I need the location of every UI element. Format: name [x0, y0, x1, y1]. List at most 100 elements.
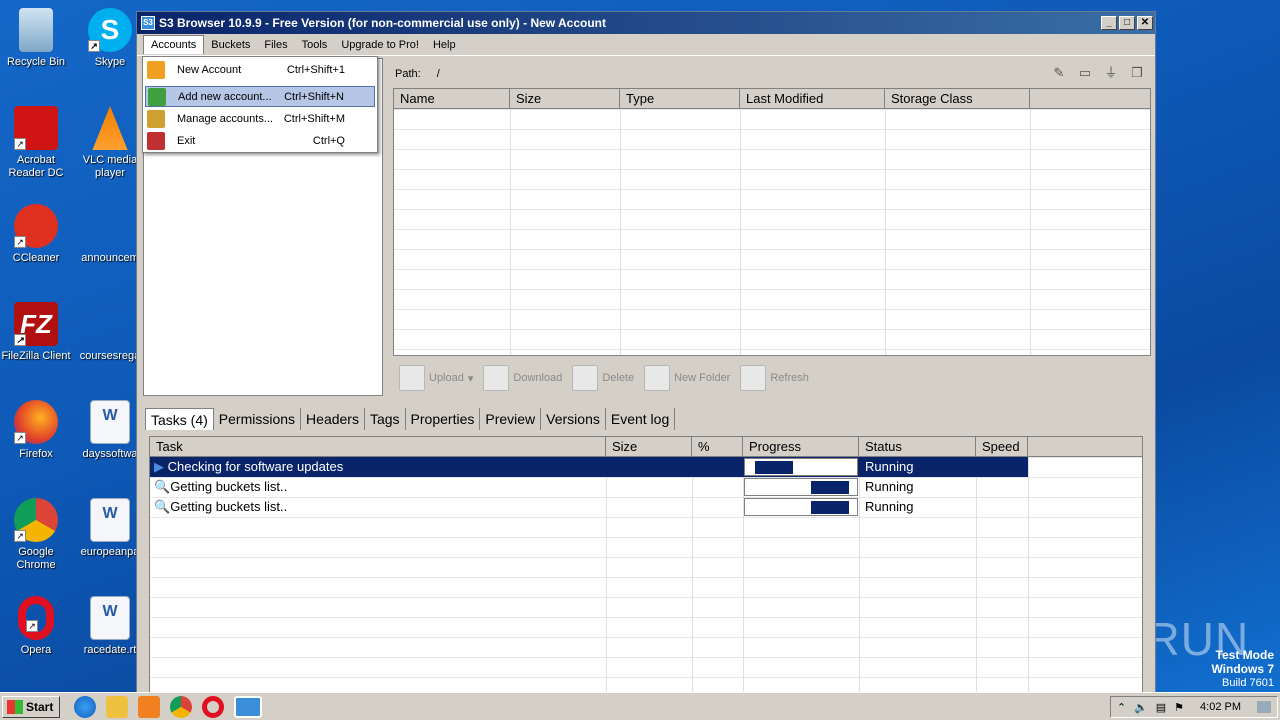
- blank-file-icon: [88, 302, 132, 346]
- title-bar[interactable]: S3 S3 Browser 10.9.9 - Free Version (for…: [137, 12, 1155, 34]
- network-icon[interactable]: ▤: [1156, 701, 1166, 714]
- ccleaner-icon: ↗: [14, 204, 58, 248]
- col-task-size[interactable]: Size: [606, 437, 692, 456]
- col-percent[interactable]: %: [692, 437, 743, 456]
- menu-accounts[interactable]: Accounts: [143, 35, 205, 54]
- edit-pencil-icon[interactable]: ✎: [1051, 65, 1067, 81]
- opera-shortcut[interactable]: ↗ Opera: [0, 596, 72, 657]
- new-account-icon: [147, 60, 165, 79]
- chrome-icon: ↗: [14, 498, 58, 542]
- menu-files[interactable]: Files: [257, 36, 294, 54]
- explorer-folder-icon[interactable]: [106, 695, 129, 718]
- task-row[interactable]: 🔍Getting buckets list.. Running: [150, 497, 1028, 517]
- tab-permissions[interactable]: Permissions: [214, 408, 302, 430]
- media-player-icon[interactable]: [138, 695, 161, 718]
- menu-upgrade[interactable]: Upgrade to Pro!: [334, 36, 426, 54]
- ccleaner-shortcut[interactable]: ↗ CCleaner: [0, 204, 72, 265]
- dropdown-arrow-icon: ▾: [467, 372, 474, 385]
- magnifier-icon: 🔍: [154, 499, 171, 514]
- task-name: Getting buckets list..: [170, 499, 288, 514]
- chrome-taskbar-icon[interactable]: [170, 695, 193, 718]
- col-storage-class[interactable]: Storage Class: [885, 89, 1030, 108]
- copy-icon[interactable]: ❐: [1129, 65, 1145, 81]
- show-desktop-icon[interactable]: [1257, 701, 1271, 713]
- menu-add-new-account[interactable]: Add new account... Ctrl+Shift+N: [145, 86, 375, 107]
- announcement-label: announcem: [81, 252, 139, 264]
- menu-help[interactable]: Help: [426, 36, 463, 54]
- recycle-bin-shortcut[interactable]: Recycle Bin: [0, 8, 72, 69]
- col-type[interactable]: Type: [620, 89, 740, 108]
- chrome-label: Google Chrome: [16, 546, 56, 571]
- refresh-button[interactable]: Refresh: [740, 365, 809, 391]
- menu-new-account[interactable]: New Account Ctrl+Shift+1: [145, 59, 375, 80]
- maximize-button[interactable]: □: [1119, 16, 1135, 30]
- path-value[interactable]: /: [437, 68, 440, 80]
- task-row[interactable]: 🔍Getting buckets list.. Running: [150, 477, 1028, 497]
- delete-button[interactable]: Delete: [572, 365, 634, 391]
- exit-label: Exit: [177, 134, 196, 147]
- col-size[interactable]: Size: [510, 89, 620, 108]
- col-name[interactable]: Name: [394, 89, 510, 108]
- recycle-bin-label: Recycle Bin: [6, 56, 66, 68]
- col-status[interactable]: Status: [859, 437, 976, 456]
- s3-browser-taskbar-icon[interactable]: [234, 695, 263, 718]
- task-name: Checking for software updates: [167, 459, 344, 474]
- menu-tools[interactable]: Tools: [295, 36, 335, 54]
- firefox-shortcut[interactable]: ↗ Firefox: [0, 400, 72, 461]
- volume-icon[interactable]: 🔈: [1134, 701, 1148, 714]
- task-status: Running: [865, 479, 914, 494]
- filezilla-shortcut[interactable]: FZ ↗ FileZilla Client: [0, 302, 72, 363]
- tab-preview[interactable]: Preview: [480, 408, 542, 430]
- col-task[interactable]: Task: [150, 437, 606, 456]
- view-icon[interactable]: ▭: [1077, 65, 1093, 81]
- tab-tags[interactable]: Tags: [365, 408, 406, 430]
- add-account-icon: [148, 87, 166, 106]
- progress-fill: [811, 481, 849, 494]
- ie-icon[interactable]: [74, 695, 97, 718]
- menu-bar: Accounts Buckets Files Tools Upgrade to …: [137, 34, 1155, 56]
- clock[interactable]: 4:02 PM: [1200, 701, 1241, 713]
- task-progress-bar: [744, 478, 858, 496]
- col-speed[interactable]: Speed: [976, 437, 1028, 456]
- col-progress[interactable]: Progress: [743, 437, 859, 456]
- delete-label: Delete: [602, 372, 635, 384]
- new-account-label: New Account: [177, 63, 242, 76]
- tab-tasks[interactable]: Tasks (4): [145, 408, 214, 430]
- opera-label: Opera: [20, 644, 52, 656]
- tab-properties[interactable]: Properties: [406, 408, 481, 430]
- chrome-shortcut[interactable]: ↗ Google Chrome: [0, 498, 72, 572]
- blank-file-icon: [88, 204, 132, 248]
- show-hidden-icons-icon[interactable]: ⌃: [1117, 701, 1126, 714]
- tab-headers[interactable]: Headers: [301, 408, 365, 430]
- start-button[interactable]: Start: [2, 695, 61, 718]
- tab-event-log[interactable]: Event log: [606, 408, 676, 430]
- task-name: Getting buckets list..: [170, 479, 288, 494]
- word-document-icon: W: [90, 400, 130, 444]
- download-button[interactable]: Download: [483, 365, 562, 391]
- start-label: Start: [26, 699, 54, 714]
- menu-manage-accounts[interactable]: Manage accounts... Ctrl+Shift+M: [145, 108, 375, 129]
- col-last-modified[interactable]: Last Modified: [740, 89, 885, 108]
- task-row[interactable]: ▶ Checking for software updates Running: [150, 457, 1028, 477]
- task-list[interactable]: Task Size % Progress Status Speed ▶ Chec…: [149, 436, 1143, 694]
- opera-taskbar-icon[interactable]: [202, 695, 225, 718]
- task-status: Running: [865, 499, 914, 514]
- progress-fill: [755, 461, 793, 474]
- menu-exit[interactable]: Exit Ctrl+Q: [145, 130, 375, 151]
- skype-label: Skype: [94, 56, 126, 68]
- download-icon: [483, 365, 510, 391]
- accounts-dropdown-menu: New Account Ctrl+Shift+1 Add new account…: [142, 56, 378, 153]
- menu-buckets[interactable]: Buckets: [204, 36, 257, 54]
- acrobat-shortcut[interactable]: ↗ Acrobat Reader DC: [0, 106, 72, 180]
- close-button[interactable]: ✕: [1137, 16, 1153, 30]
- refresh-label: Refresh: [770, 372, 809, 384]
- new-folder-button[interactable]: New Folder: [644, 365, 730, 391]
- file-list[interactable]: Name Size Type Last Modified Storage Cla…: [393, 88, 1151, 356]
- action-center-flag-icon[interactable]: ⚑: [1174, 701, 1184, 714]
- filter-icon[interactable]: ⏚: [1103, 65, 1119, 81]
- firefox-label: Firefox: [19, 448, 53, 460]
- minimize-button[interactable]: _: [1101, 16, 1117, 30]
- manage-accounts-shortcut: Ctrl+Shift+M: [283, 112, 345, 125]
- tab-versions[interactable]: Versions: [541, 408, 606, 430]
- upload-button[interactable]: Upload ▾: [399, 365, 473, 391]
